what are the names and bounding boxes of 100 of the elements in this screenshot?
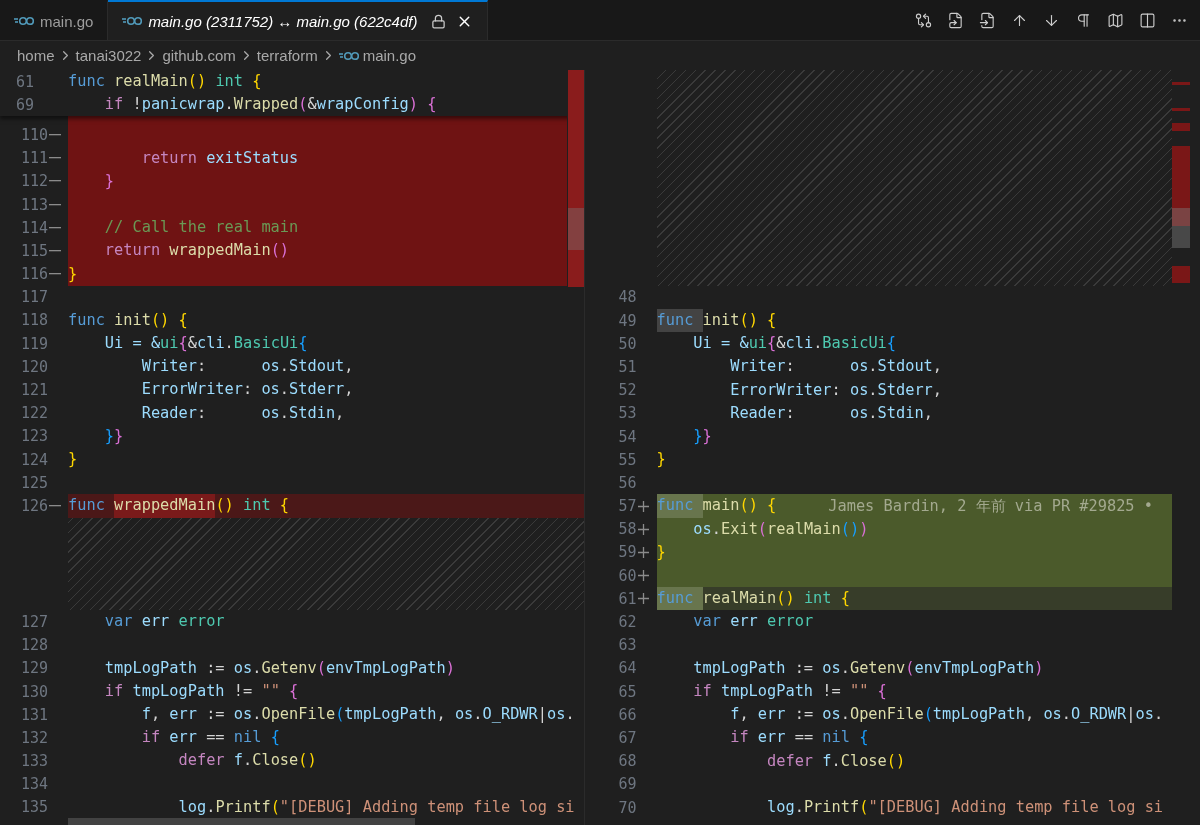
line-number: 122 <box>20 404 48 423</box>
line-number: 131 <box>20 705 48 724</box>
line-number: 53 <box>618 404 637 423</box>
line-number: 56 <box>618 473 637 492</box>
plus-icon <box>638 570 649 582</box>
line-number: 128 <box>20 636 48 655</box>
file-arrow-icon[interactable] <box>946 11 964 29</box>
lock-icon <box>431 13 447 29</box>
breadcrumb-item[interactable]: github.com <box>162 47 236 64</box>
code-line: return exitStatus <box>140 147 299 169</box>
line-number: 125 <box>20 473 48 492</box>
code-line: if err == nil { <box>140 727 280 749</box>
code-line: if tmpLogPath != "" { <box>692 681 887 702</box>
line-number: 110 <box>20 125 48 144</box>
breadcrumb-item[interactable]: main.go <box>338 47 417 64</box>
line-number: 54 <box>618 427 637 446</box>
map-icon[interactable] <box>1106 11 1124 29</box>
code-line: defer f.Close() <box>177 750 317 772</box>
line-number: 49 <box>618 311 637 330</box>
code-line: if !panicwrap.Wrapped(&wrapConfig) { <box>103 94 437 116</box>
scrollbar-thumb[interactable] <box>68 818 415 825</box>
code-line: ErrorWriter: os.Stderr, <box>140 379 354 401</box>
line-number: 59 <box>618 543 637 562</box>
code-line: func realMain() int { <box>656 587 850 611</box>
code-line: if err == nil { <box>729 727 869 749</box>
line-number: 69 <box>618 775 637 794</box>
line-number: 117 <box>20 288 48 307</box>
plus-icon <box>638 500 649 512</box>
code-line: func main() { <box>656 494 777 518</box>
line-number: 115 <box>20 241 48 260</box>
go-file-icon <box>14 16 34 26</box>
line-number: 114 <box>20 218 48 237</box>
code-line: defer f.Close() <box>766 750 906 772</box>
line-number: 63 <box>618 636 637 655</box>
line-number: 65 <box>618 682 637 701</box>
line-number: 70 <box>618 798 637 817</box>
compare-icon[interactable] <box>914 11 932 29</box>
code-line: return wrappedMain() <box>103 240 290 262</box>
line-number: 58 <box>618 520 637 539</box>
file-return-icon[interactable] <box>978 11 996 29</box>
minus-icon <box>49 504 61 507</box>
code-line: Reader: os.Stdin, <box>729 402 933 424</box>
line-number: 48 <box>618 288 637 307</box>
line-number: 112 <box>20 172 48 191</box>
line-number: 60 <box>618 566 637 585</box>
line-number: 57 <box>618 497 637 516</box>
line-number: 67 <box>618 728 637 747</box>
line-number: 64 <box>618 659 637 678</box>
code-line: Writer: os.Stdout, <box>729 356 943 378</box>
breadcrumb-item[interactable]: terraform <box>256 47 318 64</box>
code-line: func wrappedMain() int { <box>68 494 290 518</box>
line-number: 52 <box>618 381 637 400</box>
line-number: 61 <box>618 589 637 608</box>
code-line: } <box>103 170 115 192</box>
code-line: // Call the real main <box>103 217 299 239</box>
line-number: 51 <box>618 357 637 376</box>
line-number: 120 <box>20 357 48 376</box>
code-line: tmpLogPath := os.Getenv(envTmpLogPath) <box>692 657 1044 679</box>
code-line: tmpLogPath := os.Getenv(envTmpLogPath) <box>103 657 455 679</box>
line-number: 62 <box>618 613 637 631</box>
breadcrumb-item[interactable]: tanai3022 <box>75 47 142 64</box>
code-line: os.Exit(realMain()) <box>692 518 869 540</box>
line-number: 134 <box>20 775 48 794</box>
line-number: 126 <box>20 496 48 515</box>
code-line: } <box>656 541 666 563</box>
minus-icon <box>49 273 61 276</box>
line-number: 66 <box>618 705 637 724</box>
line-number: 118 <box>20 311 48 330</box>
line-number: 61 <box>15 72 34 91</box>
minus-icon <box>49 180 61 183</box>
code-line: var err error <box>103 611 225 633</box>
line-number: 123 <box>20 427 48 446</box>
minus-icon <box>49 133 61 136</box>
code-line: } <box>68 449 78 470</box>
code-line: } <box>656 449 666 471</box>
code-line: func realMain() int { <box>68 71 262 92</box>
blame-annotation: James Bardin, 2 年前 via PR #29825 • <box>828 495 1153 517</box>
line-number: 130 <box>20 682 48 701</box>
minus-icon <box>49 203 61 206</box>
code-line: if tmpLogPath != "" { <box>103 680 299 702</box>
code-line: }} <box>692 425 712 447</box>
plus-icon <box>638 523 649 535</box>
line-number: 127 <box>20 612 48 631</box>
code-line: Writer: os.Stdout, <box>140 356 354 378</box>
split-editor-icon[interactable] <box>1138 11 1156 29</box>
breadcrumb-item[interactable]: home <box>17 47 55 64</box>
minus-icon <box>49 157 61 160</box>
editor-tab[interactable]: main.go (2311752) ↔ main.go (622c4df) <box>108 0 489 40</box>
code-line: log.Printf("[DEBUG] Adding temp file log si <box>177 796 575 818</box>
line-number: 121 <box>20 381 48 400</box>
line-number: 113 <box>20 195 48 214</box>
line-number: 50 <box>618 334 637 353</box>
go-file-icon <box>122 16 143 26</box>
go-file-icon <box>338 50 359 61</box>
line-number: 119 <box>20 334 48 353</box>
code-line: Reader: os.Stdin, <box>140 402 345 424</box>
code-line: func init() { <box>656 309 777 333</box>
code-line: log.Printf("[DEBUG] Adding temp file log si <box>766 796 1164 818</box>
line-number: 68 <box>618 752 637 771</box>
line-number: 55 <box>618 450 637 469</box>
